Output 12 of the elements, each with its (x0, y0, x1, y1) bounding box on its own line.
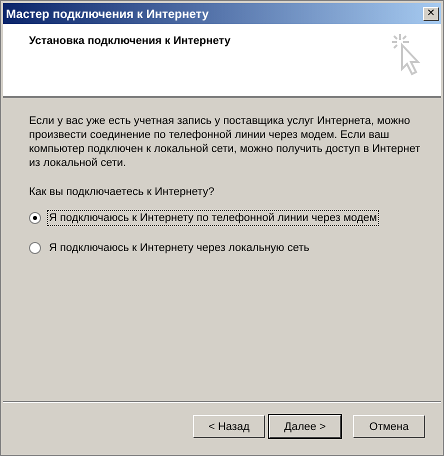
page-title: Установка подключения к Интернету (29, 35, 230, 47)
wizard-button[interactable]: < Назад (193, 415, 265, 438)
wizard-button[interactable]: Отмена (353, 415, 425, 438)
option-label[interactable]: Я подключаюсь к Интернету по телефонной линии через модем (47, 210, 379, 226)
wizard-button[interactable]: Далее > (269, 415, 341, 438)
description-text: Если у вас уже есть учетная запись у поставщика услуг Интернета, можно произвести соединение по телефонной линии через модем. Если ваш компьютер подключен к локальной сети, можно получить доступ в Интернет из локальной сети. (29, 114, 421, 170)
radio-button[interactable] (29, 212, 41, 224)
close-button[interactable]: ✕ (423, 6, 439, 20)
option-label[interactable]: Я подключаюсь к Интернету через локальную сеть (47, 240, 312, 256)
radio-button[interactable] (29, 242, 41, 254)
window-title: Мастер подключения к Интернету (6, 6, 209, 20)
question-text: Как вы подключаетесь к Интернету? (29, 186, 216, 198)
